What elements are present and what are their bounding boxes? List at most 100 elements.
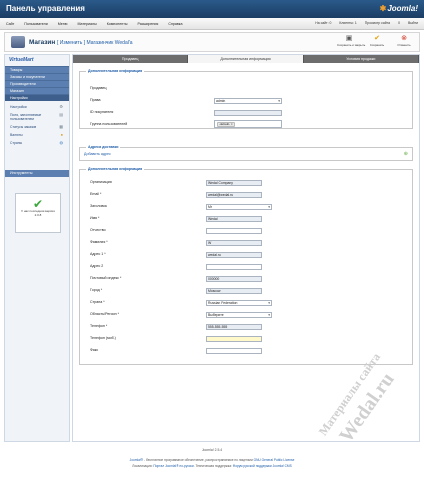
joomla-ru-link[interactable]: Портал Joomla!® по-русски bbox=[153, 464, 193, 468]
gpl-link[interactable]: GNU General Public License bbox=[254, 458, 295, 462]
mobile-phone-input[interactable] bbox=[206, 336, 262, 342]
sidebar-link-settings[interactable]: Настройки ⚙ bbox=[5, 104, 69, 109]
address1-input[interactable]: wedal.ru bbox=[206, 252, 262, 258]
joomla-star-icon: ✱ bbox=[379, 4, 387, 13]
tab-bar: Продавец Дополнительная информация Услов… bbox=[73, 55, 419, 63]
messages-count[interactable]: 0 bbox=[398, 21, 400, 25]
field-label: Факс bbox=[90, 348, 99, 352]
field-label: Группа пользователей bbox=[90, 122, 128, 126]
currency-icon: ● bbox=[60, 132, 63, 137]
user-group-tag[interactable]: -default- × bbox=[217, 121, 235, 127]
section-shipping-addresses: Адреса доставки Добавить адрес ⊕ bbox=[79, 145, 413, 161]
field-label: Email * bbox=[90, 192, 102, 196]
company-input[interactable]: Wedal Company bbox=[206, 180, 262, 186]
field-label: Заголовок bbox=[90, 204, 107, 208]
sidebar-link-user-fields[interactable]: Поля, заполняемые пользователем ▤ bbox=[5, 112, 63, 121]
tab-vendor[interactable]: Продавец bbox=[73, 55, 189, 63]
header-title: Панель управления bbox=[6, 4, 85, 13]
country-select[interactable]: Russian Federation bbox=[206, 300, 272, 306]
field-label: Адрес 1 * bbox=[90, 252, 106, 256]
menu-item-content[interactable]: Материалы bbox=[77, 22, 96, 26]
field-label: Организация bbox=[90, 180, 112, 184]
address2-input[interactable] bbox=[206, 264, 262, 270]
cancel-button[interactable]: ⊗ Отменить bbox=[392, 35, 416, 51]
field-label: ID покупателя bbox=[90, 110, 114, 114]
tab-terms[interactable]: Условия продажи bbox=[303, 55, 419, 63]
footer-license: Joomla!® - бесплатное программное обеспе… bbox=[129, 458, 295, 462]
field-label: Фамилия * bbox=[90, 240, 108, 244]
zip-input[interactable]: 000000 bbox=[206, 276, 262, 282]
check-icon: ✔ bbox=[374, 35, 380, 42]
last-name-input[interactable]: W bbox=[206, 240, 262, 246]
menu-item-components[interactable]: Компоненты bbox=[107, 22, 128, 26]
main-menu: Сайт Пользователи Меню Материалы Компоне… bbox=[0, 18, 424, 30]
fax-input[interactable] bbox=[206, 348, 262, 354]
seller-label: Продавец bbox=[90, 86, 107, 90]
save-button[interactable]: ✔ Сохранить bbox=[365, 35, 389, 51]
section-legend: Дополнительная информация bbox=[86, 167, 145, 171]
section-additional-info-1: Дополнительная информация Продавец Права… bbox=[79, 69, 413, 129]
sidebar-item-settings[interactable]: Настройки bbox=[5, 94, 69, 101]
add-icon[interactable]: ⊕ bbox=[404, 151, 408, 157]
sidebar-item-orders[interactable]: Заказы и покупатели bbox=[5, 73, 69, 80]
section-legend: Дополнительная информация bbox=[86, 69, 145, 73]
field-label: Телефон * bbox=[90, 324, 108, 328]
sidebar-link-currencies[interactable]: Валюты ● bbox=[5, 132, 69, 137]
sidebar-link-order-statuses[interactable]: Статусы заказов ▦ bbox=[5, 124, 69, 129]
first-name-input[interactable]: Wedal bbox=[206, 216, 262, 222]
field-label: Права bbox=[90, 98, 101, 102]
region-select[interactable]: Выберите bbox=[206, 312, 272, 318]
globe-icon: ◍ bbox=[59, 140, 64, 145]
users-on-site: На сайт: 0 bbox=[315, 21, 332, 25]
main-panel: Продавец Дополнительная информация Услов… bbox=[72, 54, 420, 442]
field-label: Область/Регион * bbox=[90, 312, 120, 316]
logout-link[interactable]: Выйти bbox=[408, 21, 418, 25]
save-close-icon: ▣ bbox=[345, 35, 353, 42]
add-address-link[interactable]: Добавить адрес bbox=[84, 152, 111, 156]
menu-item-extensions[interactable]: Расширения bbox=[137, 22, 158, 26]
footer-localization: Локализация: Портал Joomla!® по-русски. … bbox=[132, 464, 292, 468]
toolbar: Магазин [ Изменить ] Магазинчик Wedal'a … bbox=[4, 32, 420, 52]
version-status-text: У нас последняя версия 2.0.8 bbox=[21, 209, 55, 217]
joomla-logo[interactable]: ✱Joomla! bbox=[380, 4, 418, 13]
sidebar-item-products[interactable]: Товары bbox=[5, 66, 69, 73]
sidebar-item-manufacturers[interactable]: Производители bbox=[5, 80, 69, 87]
field-label: Страна * bbox=[90, 300, 105, 304]
sidebar: VirtueMart Товары Заказы и покупатели Пр… bbox=[4, 54, 70, 442]
support-forum-link[interactable]: Форум русской поддержки Joomla! CMS bbox=[233, 464, 292, 468]
page-subtitle: [ Изменить ] Магазинчик Wedal'a bbox=[57, 40, 133, 46]
version-status-box: ✔ У нас последняя версия 2.0.8 bbox=[15, 193, 61, 233]
virtuemart-logo: VirtueMart bbox=[9, 57, 34, 63]
menu-item-users[interactable]: Пользователи bbox=[24, 22, 47, 26]
field-label: Почтовый индекс * bbox=[90, 276, 122, 280]
gear-icon: ⚙ bbox=[59, 104, 63, 109]
field-label: Город * bbox=[90, 288, 103, 292]
clients-count: Клиенты: 1 bbox=[339, 21, 357, 25]
view-site-link[interactable]: Просмотр сайта bbox=[365, 21, 390, 25]
permissions-select[interactable]: admin bbox=[214, 98, 282, 104]
admin-header: Панель управления ✱Joomla! bbox=[0, 0, 424, 18]
joomla-link[interactable]: Joomla!® bbox=[130, 458, 144, 462]
section-legend: Адреса доставки bbox=[86, 145, 121, 149]
field-label: Адрес 2 bbox=[90, 264, 104, 268]
fields-icon: ▤ bbox=[59, 112, 63, 117]
tab-additional-info[interactable]: Дополнительная информация bbox=[188, 55, 304, 63]
title-select[interactable]: Mr bbox=[206, 204, 272, 210]
store-icon bbox=[11, 36, 25, 48]
city-input[interactable]: Moscow bbox=[206, 288, 262, 294]
menu-item-menus[interactable]: Меню bbox=[58, 22, 68, 26]
phone-input[interactable]: 555-555-555 bbox=[206, 324, 262, 330]
sidebar-item-tools[interactable]: Инструменты bbox=[5, 170, 69, 177]
menu-item-site[interactable]: Сайт bbox=[6, 22, 14, 26]
email-input[interactable]: wedal@wedal.ru bbox=[206, 192, 262, 198]
status-icon: ▦ bbox=[59, 124, 63, 129]
version-text: Joomla! 2.5.4 bbox=[201, 448, 223, 452]
field-label: Отчество bbox=[90, 228, 106, 232]
middle-name-input[interactable] bbox=[206, 228, 262, 234]
customer-id-field[interactable] bbox=[214, 110, 282, 116]
sidebar-link-countries[interactable]: Страны ◍ bbox=[5, 140, 69, 145]
menu-item-help[interactable]: Справка bbox=[168, 22, 182, 26]
sidebar-item-store[interactable]: Магазин bbox=[5, 87, 69, 94]
save-close-button[interactable]: ▣ Сохранить и закрыть bbox=[337, 35, 365, 51]
user-group-multiselect[interactable]: -default- × bbox=[214, 120, 282, 128]
